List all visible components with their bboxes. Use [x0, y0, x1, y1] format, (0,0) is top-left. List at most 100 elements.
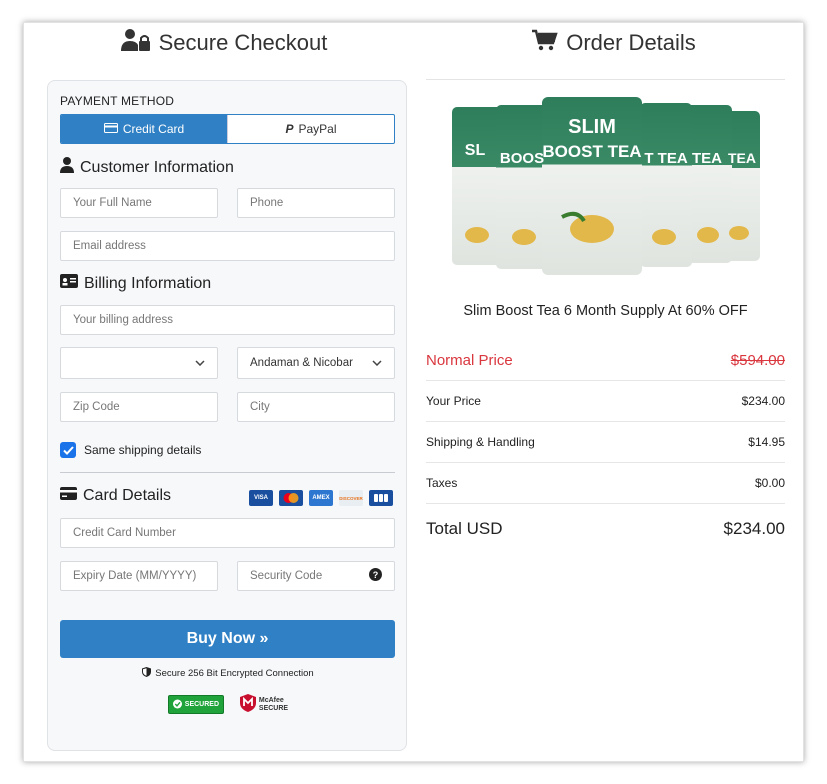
question-circle-icon[interactable]: ?	[369, 568, 382, 584]
card-number-field[interactable]: Credit Card Number	[60, 518, 395, 548]
security-code-placeholder: Security Code	[250, 570, 323, 582]
city-field[interactable]: City	[237, 392, 395, 422]
total-row: Total USD $234.00	[426, 509, 785, 549]
your-price-row: Your Price $234.00	[426, 381, 785, 422]
paypal-icon: P	[285, 122, 294, 136]
shipping-row: Shipping & Handling $14.95	[426, 422, 785, 463]
product-name: Slim Boost Tea 6 Month Supply At 60% OFF	[463, 303, 748, 319]
tab-credit-card[interactable]: Credit Card	[61, 115, 227, 143]
user-icon	[60, 157, 74, 178]
mcafee-badge-text: McAfee SECURE	[259, 697, 288, 713]
order-divider	[426, 79, 785, 80]
normal-price-label: Normal Price	[426, 352, 513, 369]
city-placeholder: City	[250, 401, 270, 413]
card-number-placeholder: Credit Card Number	[73, 527, 176, 539]
svg-text:T TEA: T TEA	[644, 150, 687, 167]
mcafee-line2: SECURE	[258, 704, 289, 712]
secure-connection-text: Secure 256 Bit Encrypted Connection	[155, 668, 314, 679]
credit-card-icon	[103, 122, 118, 136]
shipping-amount: $14.95	[748, 435, 785, 449]
chevron-down-icon	[195, 357, 205, 369]
billing-address-placeholder: Your billing address	[73, 314, 173, 326]
order-details-heading: Order Details	[424, 23, 804, 63]
normal-price-row: Normal Price $594.00	[426, 341, 785, 381]
full-name-placeholder: Your Full Name	[73, 197, 152, 209]
same-shipping-label: Same shipping details	[84, 443, 202, 457]
mcafee-line1: McAfee	[258, 696, 284, 704]
credit-card-icon	[60, 487, 77, 505]
tab-paypal-label: PayPal	[298, 122, 337, 136]
customer-info-heading: Customer Information	[60, 157, 234, 178]
state-select[interactable]: Andaman & Nicobar	[237, 347, 395, 379]
tab-paypal[interactable]: P PayPal	[227, 115, 394, 143]
security-code-field[interactable]: Security Code ?	[237, 561, 395, 591]
shield-icon	[142, 667, 152, 680]
state-select-value: Andaman & Nicobar	[250, 357, 353, 369]
customer-info-title: Customer Information	[80, 158, 234, 176]
full-name-field[interactable]: Your Full Name	[60, 188, 218, 218]
id-card-icon	[60, 274, 78, 293]
lock-icon	[172, 699, 182, 711]
checkout-page: Secure Checkout Order Details PAYMENT ME…	[23, 22, 804, 762]
zip-code-field[interactable]: Zip Code	[60, 392, 218, 422]
card-details-title: Card Details	[83, 487, 172, 504]
cart-icon	[532, 29, 558, 57]
svg-text:SL: SL	[465, 142, 486, 159]
email-placeholder: Email address	[73, 240, 146, 252]
expiry-date-placeholder: Expiry Date (MM/YYYY)	[73, 570, 197, 582]
accepted-cards: VISA AMEX DISCOVER	[249, 490, 393, 506]
pouch-line1: SLIM	[568, 116, 616, 138]
mastercard-logo-icon	[279, 490, 303, 506]
taxes-row: Taxes $0.00	[426, 463, 785, 504]
pouch-line2: BOOST TEA	[542, 142, 641, 161]
discover-logo-icon: DISCOVER	[339, 490, 363, 506]
secure-checkout-heading: Secure Checkout	[24, 23, 424, 63]
jcb-logo-icon	[369, 490, 393, 506]
phone-field[interactable]: Phone	[237, 188, 395, 218]
checkout-form: PAYMENT METHOD Credit Card P PayPal Cust…	[47, 80, 407, 751]
pouch-back-left	[452, 105, 548, 269]
billing-info-title: Billing Information	[84, 274, 212, 292]
taxes-label: Taxes	[426, 476, 458, 490]
same-shipping-row[interactable]: Same shipping details	[60, 442, 201, 458]
svg-text:?: ?	[373, 570, 379, 580]
your-price-amount: $234.00	[741, 394, 785, 408]
svg-text:BOOS: BOOS	[500, 150, 544, 167]
email-field[interactable]: Email address	[60, 231, 395, 261]
visa-logo-icon: VISA	[249, 490, 273, 506]
shipping-label: Shipping & Handling	[426, 435, 535, 449]
normal-price-amount: $594.00	[730, 352, 785, 369]
secure-connection-note: Secure 256 Bit Encrypted Connection	[48, 667, 408, 680]
card-details-heading: Card Details	[60, 487, 171, 505]
expiry-date-field[interactable]: Expiry Date (MM/YYYY)	[60, 561, 218, 591]
secured-badge: SECURED	[167, 695, 224, 714]
billing-address-field[interactable]: Your billing address	[60, 305, 395, 335]
your-price-label: Your Price	[426, 394, 481, 408]
total-amount: $234.00	[723, 519, 785, 538]
pouch-front: SLIM BOOST TEA	[542, 97, 642, 275]
page-title: Secure Checkout	[158, 30, 328, 55]
chevron-down-icon	[372, 357, 382, 369]
trust-badges: SECURED McAfee SECURE	[48, 694, 408, 715]
phone-placeholder: Phone	[250, 197, 284, 209]
order-title: Order Details	[566, 30, 696, 55]
mcafee-badge: McAfee SECURE	[239, 694, 288, 715]
svg-text:TEA: TEA	[728, 150, 756, 166]
svg-text:TEA: TEA	[692, 150, 722, 167]
user-lock-icon	[120, 28, 151, 58]
total-label: Total USD	[426, 519, 503, 538]
secured-badge-text: SECURED	[184, 701, 220, 708]
payment-method-tabs: Credit Card P PayPal	[60, 114, 395, 144]
tab-credit-card-label: Credit Card	[122, 122, 185, 136]
mcafee-shield-icon	[239, 694, 256, 715]
product-image: SLIM BOOST TEA SL BOOS T TEA TEA TEA	[452, 97, 760, 275]
payment-method-label: PAYMENT METHOD	[60, 94, 175, 108]
zip-code-placeholder: Zip Code	[73, 401, 120, 413]
section-divider	[60, 472, 395, 473]
country-select[interactable]	[60, 347, 218, 379]
taxes-amount: $0.00	[754, 476, 785, 490]
amex-logo-icon: AMEX	[309, 490, 333, 506]
billing-info-heading: Billing Information	[60, 274, 211, 293]
buy-now-button[interactable]: Buy Now »	[60, 620, 395, 658]
same-shipping-checkbox[interactable]	[60, 442, 76, 458]
